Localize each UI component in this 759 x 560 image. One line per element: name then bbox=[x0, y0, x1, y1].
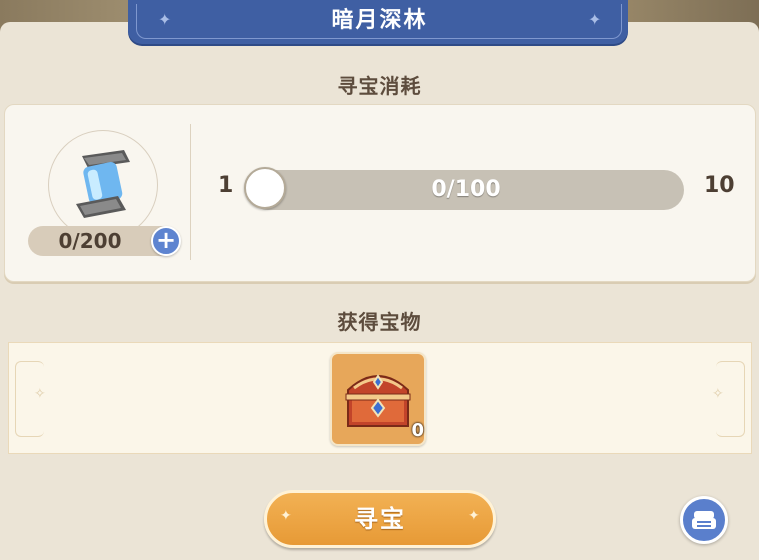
page-title: 暗月深林 bbox=[331, 8, 428, 33]
slider-value-text: 0/100 bbox=[431, 177, 501, 202]
scroll-icon bbox=[692, 511, 716, 529]
record-button[interactable] bbox=[680, 496, 728, 544]
energy-canister-icon bbox=[76, 150, 130, 218]
slider-thumb[interactable] bbox=[244, 167, 286, 209]
ornament-icon: ✧ bbox=[712, 386, 724, 402]
cost-section-title: 寻宝消耗 bbox=[337, 74, 422, 98]
slider-min-label: 1 bbox=[218, 173, 234, 198]
plus-icon: + bbox=[155, 226, 177, 254]
add-item-button[interactable]: + bbox=[151, 226, 181, 256]
treasure-hunt-label: 寻宝 bbox=[354, 505, 406, 533]
reward-count: 0 bbox=[411, 420, 424, 441]
dialog-panel bbox=[0, 22, 759, 560]
slider-max-label: 10 bbox=[704, 173, 735, 198]
reward-section-title: 获得宝物 bbox=[337, 310, 422, 334]
item-count: 0/200 bbox=[58, 229, 122, 253]
ornament-icon: ✧ bbox=[34, 386, 46, 402]
divider bbox=[190, 124, 191, 260]
